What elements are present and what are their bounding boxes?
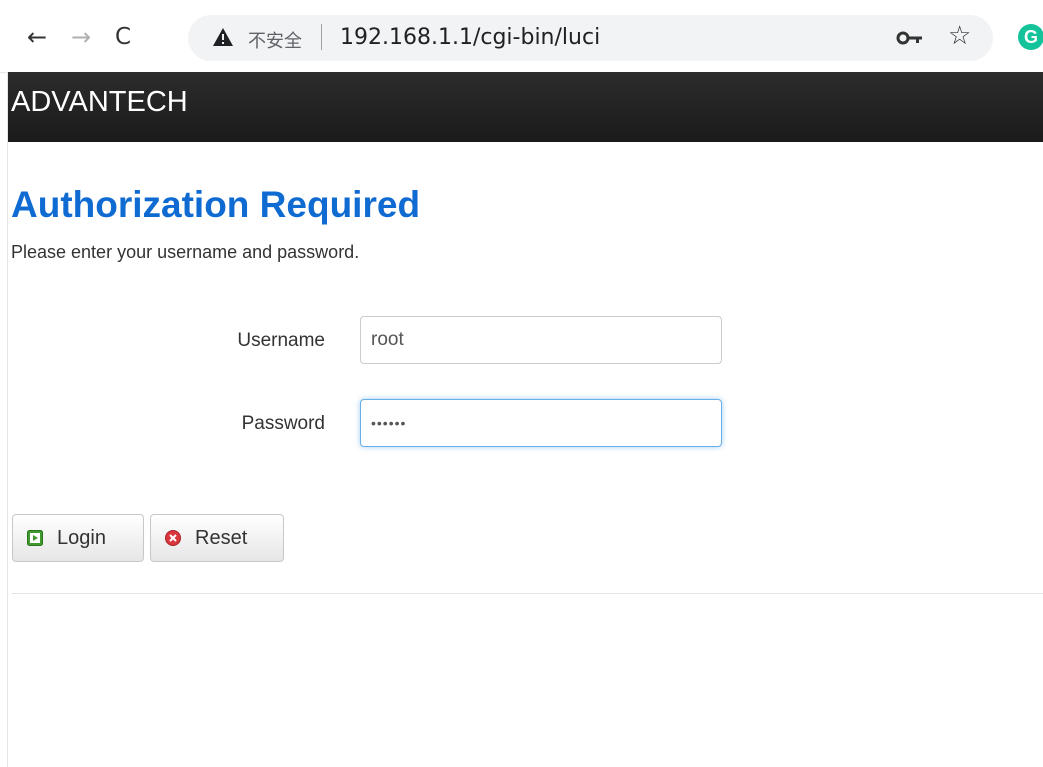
page-title: Authorization Required bbox=[11, 184, 421, 225]
reset-button[interactable]: Reset bbox=[150, 514, 284, 562]
key-icon[interactable] bbox=[896, 28, 926, 48]
username-input[interactable] bbox=[360, 316, 722, 364]
url-text[interactable]: 192.168.1.1/cgi-bin/luci bbox=[340, 25, 600, 50]
username-label: Username bbox=[237, 330, 325, 351]
address-bar[interactable]: 不安全 192.168.1.1/cgi-bin/luci ☆ bbox=[188, 15, 993, 61]
address-separator bbox=[321, 24, 322, 50]
bookmark-star-icon[interactable]: ☆ bbox=[948, 21, 971, 51]
login-button[interactable]: Login bbox=[12, 514, 144, 562]
footer-divider bbox=[12, 593, 1043, 594]
reset-button-label: Reset bbox=[195, 526, 248, 549]
login-arrow-icon bbox=[27, 530, 43, 546]
reload-icon[interactable]: C bbox=[108, 22, 138, 52]
forward-arrow-icon[interactable]: → bbox=[66, 22, 96, 52]
brand-logo-text[interactable]: ADVANTECH bbox=[11, 86, 188, 119]
app-header: ADVANTECH bbox=[8, 72, 1043, 142]
back-arrow-icon[interactable]: ← bbox=[22, 22, 52, 52]
password-input[interactable] bbox=[360, 399, 722, 447]
password-label: Password bbox=[241, 413, 325, 434]
page-content: ADVANTECH Authorization Required Please … bbox=[7, 72, 1043, 767]
reset-cross-icon bbox=[165, 530, 181, 546]
page-description: Please enter your username and password. bbox=[11, 242, 360, 262]
browser-toolbar: ← → C 不安全 192.168.1.1/cgi-bin/luci ☆ G bbox=[0, 0, 1043, 73]
login-button-label: Login bbox=[57, 526, 106, 549]
grammarly-extension-icon[interactable]: G bbox=[1018, 24, 1043, 50]
warning-triangle-icon[interactable] bbox=[212, 27, 234, 47]
security-status-text[interactable]: 不安全 bbox=[248, 27, 302, 53]
